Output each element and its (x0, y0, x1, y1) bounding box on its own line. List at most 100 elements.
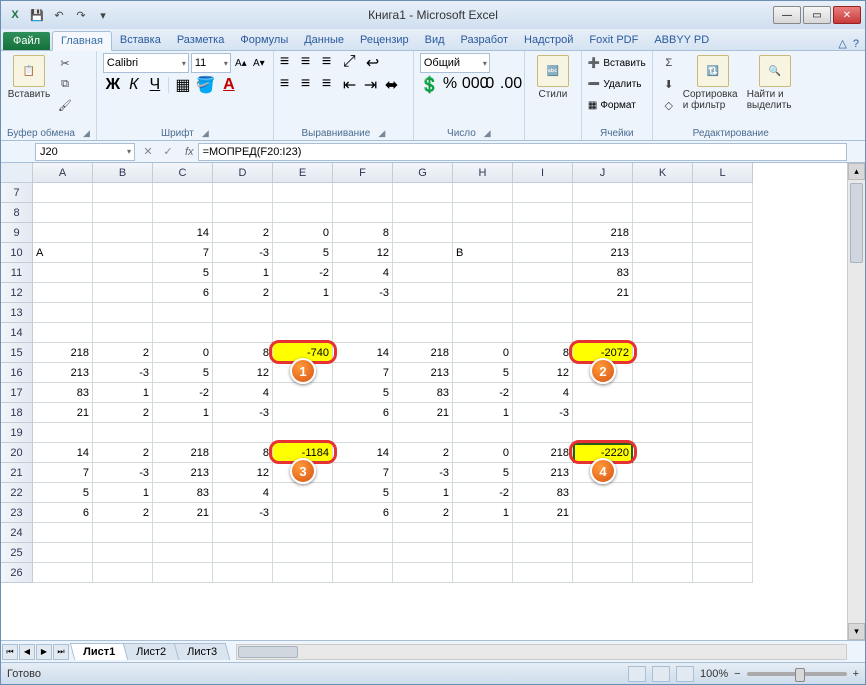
cell-H9[interactable] (453, 223, 513, 243)
tab-надстрой[interactable]: Надстрой (516, 31, 581, 50)
cell-C24[interactable] (153, 523, 213, 543)
zoom-in[interactable]: + (853, 668, 859, 680)
cell-D13[interactable] (213, 303, 273, 323)
cell-G15[interactable]: 218 (393, 343, 453, 363)
col-head-B[interactable]: B (93, 163, 153, 183)
delete-cells-button[interactable]: ➖Удалить (588, 74, 642, 95)
cell-A11[interactable] (33, 263, 93, 283)
cell-I13[interactable] (513, 303, 573, 323)
cell-C7[interactable] (153, 183, 213, 203)
cell-H11[interactable] (453, 263, 513, 283)
cell-J18[interactable] (573, 403, 633, 423)
row-head-23[interactable]: 23 (1, 503, 33, 523)
name-box[interactable]: J20 (35, 143, 135, 161)
cell-L12[interactable] (693, 283, 753, 303)
cell-G21[interactable]: -3 (393, 463, 453, 483)
find-select-button[interactable]: 🔍 Найти и выделить (747, 53, 803, 111)
cell-K20[interactable] (633, 443, 693, 463)
cell-C22[interactable]: 83 (153, 483, 213, 503)
cell-F8[interactable] (333, 203, 393, 223)
row-head-16[interactable]: 16 (1, 363, 33, 383)
cell-A25[interactable] (33, 543, 93, 563)
cell-L22[interactable] (693, 483, 753, 503)
cell-C16[interactable]: 5 (153, 363, 213, 383)
cell-J13[interactable] (573, 303, 633, 323)
cell-F25[interactable] (333, 543, 393, 563)
cell-K22[interactable] (633, 483, 693, 503)
cell-K11[interactable] (633, 263, 693, 283)
cell-H13[interactable] (453, 303, 513, 323)
cell-L19[interactable] (693, 423, 753, 443)
cell-G7[interactable] (393, 183, 453, 203)
cell-K25[interactable] (633, 543, 693, 563)
cell-G16[interactable]: 213 (393, 363, 453, 383)
cell-E9[interactable]: 0 (273, 223, 333, 243)
sheet-nav-next[interactable]: ▶ (36, 644, 52, 660)
cell-A23[interactable]: 6 (33, 503, 93, 523)
number-format-combo[interactable]: Общий (420, 53, 490, 73)
cell-I26[interactable] (513, 563, 573, 583)
wrap-text[interactable]: ↩ (366, 53, 388, 73)
row-head-13[interactable]: 13 (1, 303, 33, 323)
font-launcher[interactable]: ◢ (202, 128, 209, 139)
cell-B16[interactable]: -3 (93, 363, 153, 383)
cell-C8[interactable] (153, 203, 213, 223)
tab-данные[interactable]: Данные (296, 31, 352, 50)
cell-K9[interactable] (633, 223, 693, 243)
col-head-A[interactable]: A (33, 163, 93, 183)
cell-A26[interactable] (33, 563, 93, 583)
row-head-10[interactable]: 10 (1, 243, 33, 263)
view-normal[interactable] (628, 666, 646, 682)
cell-C13[interactable] (153, 303, 213, 323)
close-button[interactable]: ✕ (833, 6, 861, 24)
cell-L20[interactable] (693, 443, 753, 463)
font-color-button[interactable]: A (218, 75, 240, 95)
cell-I7[interactable] (513, 183, 573, 203)
cell-F14[interactable] (333, 323, 393, 343)
cell-B7[interactable] (93, 183, 153, 203)
clipboard-launcher[interactable]: ◢ (83, 128, 90, 139)
cell-L24[interactable] (693, 523, 753, 543)
cell-K15[interactable] (633, 343, 693, 363)
view-layout[interactable] (652, 666, 670, 682)
cell-B23[interactable]: 2 (93, 503, 153, 523)
cell-C12[interactable]: 6 (153, 283, 213, 303)
cell-F11[interactable]: 4 (333, 263, 393, 283)
cell-G9[interactable] (393, 223, 453, 243)
cell-L23[interactable] (693, 503, 753, 523)
col-head-G[interactable]: G (393, 163, 453, 183)
align-center[interactable]: ≡ (301, 75, 321, 95)
sheet-nav-prev[interactable]: ◀ (19, 644, 35, 660)
minimize-button[interactable]: — (773, 6, 801, 24)
currency-button[interactable]: 💲 (420, 75, 442, 95)
cell-F9[interactable]: 8 (333, 223, 393, 243)
cell-K16[interactable] (633, 363, 693, 383)
cell-I19[interactable] (513, 423, 573, 443)
cell-G24[interactable] (393, 523, 453, 543)
clear-button[interactable]: ◇ (659, 95, 679, 115)
align-launcher[interactable]: ◢ (378, 128, 385, 139)
cell-H21[interactable]: 5 (453, 463, 513, 483)
cell-K17[interactable] (633, 383, 693, 403)
copy-button[interactable]: ⧉ (55, 74, 75, 94)
cell-G8[interactable] (393, 203, 453, 223)
enter-icon[interactable]: ✓ (159, 145, 177, 158)
cell-E22[interactable] (273, 483, 333, 503)
cell-A7[interactable] (33, 183, 93, 203)
cell-I15[interactable]: 8 (513, 343, 573, 363)
cell-D12[interactable]: 2 (213, 283, 273, 303)
cell-D16[interactable]: 12 (213, 363, 273, 383)
cell-G10[interactable] (393, 243, 453, 263)
cell-L7[interactable] (693, 183, 753, 203)
row-head-22[interactable]: 22 (1, 483, 33, 503)
zoom-out[interactable]: − (734, 668, 740, 680)
cell-H25[interactable] (453, 543, 513, 563)
fx-icon[interactable]: fx (185, 146, 194, 158)
row-head-9[interactable]: 9 (1, 223, 33, 243)
cell-G25[interactable] (393, 543, 453, 563)
cell-I11[interactable] (513, 263, 573, 283)
col-head-F[interactable]: F (333, 163, 393, 183)
cell-G12[interactable] (393, 283, 453, 303)
cell-F12[interactable]: -3 (333, 283, 393, 303)
cell-K18[interactable] (633, 403, 693, 423)
